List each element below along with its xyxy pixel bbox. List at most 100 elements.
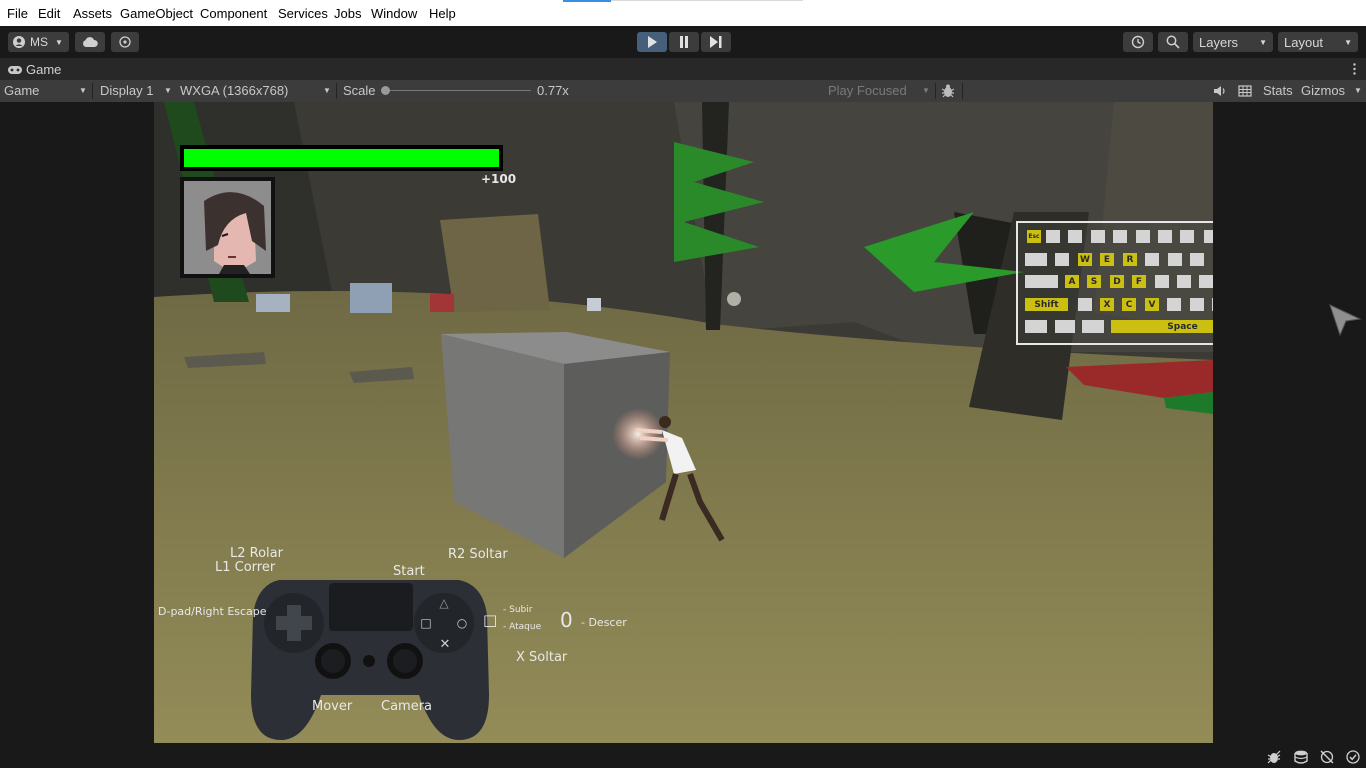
debug-toggle[interactable] <box>941 84 955 101</box>
chevron-down-icon: ▼ <box>55 37 63 47</box>
gamepad-icon <box>8 65 22 74</box>
chevron-down-icon: ▼ <box>164 86 172 95</box>
step-button[interactable] <box>701 32 731 52</box>
character-portrait <box>180 177 275 278</box>
display-label: Display 1 <box>100 83 154 98</box>
health-bar-fill <box>184 149 499 167</box>
key-shift: Shift <box>1025 298 1068 311</box>
prop-block <box>587 298 601 311</box>
menu-file[interactable]: File <box>7 6 28 21</box>
database-icon[interactable] <box>1294 750 1308 764</box>
tab-game[interactable]: Game <box>8 62 61 77</box>
audio-toggle[interactable] <box>1213 84 1227 101</box>
key-esc: Esc <box>1027 230 1041 243</box>
r2-label: R2 Soltar <box>448 547 508 562</box>
prop-sphere <box>727 292 741 306</box>
tab-menu-button[interactable] <box>1353 63 1356 78</box>
stats-button[interactable]: Stats <box>1263 80 1293 102</box>
keyboard-overlay: EscWERASDFLEnterShiftXCVSpace <box>1016 221 1213 345</box>
key-r: R <box>1123 253 1137 266</box>
menu-component[interactable]: Component <box>200 6 267 21</box>
key-c: C <box>1122 298 1136 311</box>
cross-label: X Soltar <box>516 650 568 665</box>
key <box>1180 230 1194 243</box>
grid-icon <box>1238 85 1252 97</box>
key <box>1025 253 1047 266</box>
menu-help[interactable]: Help <box>429 6 456 21</box>
key <box>1199 275 1213 288</box>
svg-text:○: ○ <box>457 616 467 630</box>
menu-edit[interactable]: Edit <box>38 6 60 21</box>
grid-toggle[interactable] <box>1238 84 1252 101</box>
prop-block <box>350 283 392 313</box>
key <box>1190 253 1204 266</box>
play-button[interactable] <box>637 32 667 52</box>
chevron-down-icon: ▼ <box>1344 38 1352 47</box>
key-f: F <box>1132 275 1146 288</box>
account-icon <box>13 36 25 48</box>
main-toolbar: MS ▼ Layers ▼ Layout ▼ <box>0 26 1366 58</box>
health-bar <box>180 145 503 171</box>
menu-services[interactable]: Services <box>278 6 328 21</box>
pause-button[interactable] <box>669 32 699 52</box>
square-label-attack: - Ataque <box>503 622 542 632</box>
svg-text:△: △ <box>439 596 449 610</box>
game-view-toolbar: Game ▼ Display 1 ▼ WXGA (1366x768) ▼ Sca… <box>0 80 1366 102</box>
menu-assets[interactable]: Assets <box>73 6 112 21</box>
display-dropdown[interactable]: Display 1 ▼ <box>100 80 172 102</box>
window-drag-line <box>611 0 803 1</box>
square-icon: □ <box>483 611 498 629</box>
menu-window[interactable]: Window <box>371 6 417 21</box>
key <box>1168 253 1182 266</box>
gizmos-dropdown[interactable]: Gizmos ▼ <box>1301 80 1363 102</box>
search-button[interactable] <box>1158 32 1188 52</box>
tab-game-label: Game <box>26 62 62 77</box>
account-button[interactable]: MS ▼ <box>8 32 69 52</box>
key <box>1204 230 1213 243</box>
chevron-down-icon: ▼ <box>1354 86 1362 95</box>
network-off-icon[interactable] <box>1320 750 1334 764</box>
scale-label: Scale <box>343 83 376 98</box>
menu-jobs[interactable]: Jobs <box>334 6 361 21</box>
key <box>1025 275 1058 288</box>
layers-dropdown[interactable]: Layers ▼ <box>1193 32 1273 52</box>
debug-icon[interactable] <box>1267 750 1281 764</box>
history-button[interactable] <box>1123 32 1153 52</box>
scale-slider-handle[interactable] <box>381 86 390 95</box>
step-icon <box>710 36 722 48</box>
scale-value: 0.77x <box>537 83 569 98</box>
key <box>1190 298 1204 311</box>
cloud-icon <box>83 37 98 47</box>
play-focused-label: Play Focused <box>828 83 907 98</box>
stone-slab <box>440 214 550 312</box>
tab-bar: Game <box>0 58 1366 80</box>
collab-button[interactable] <box>111 32 139 52</box>
divider <box>336 83 337 99</box>
play-focused-dropdown[interactable]: Play Focused ▼ <box>828 80 932 102</box>
scale-slider-track[interactable] <box>385 90 531 91</box>
camera-label: Camera <box>381 699 433 714</box>
search-icon <box>1166 35 1180 49</box>
cloud-button[interactable] <box>75 32 105 52</box>
square-label-up: - Subir <box>503 605 533 615</box>
dpad-label: D-pad/Right Escape <box>158 605 267 618</box>
game-mode-dropdown[interactable]: Game ▼ <box>4 80 88 102</box>
l1-label: L1 Correr <box>215 560 276 575</box>
health-value: +100 <box>481 172 517 186</box>
game-mode-label: Game <box>4 83 40 98</box>
key-x: X <box>1100 298 1114 311</box>
chevron-down-icon: ▼ <box>79 86 87 95</box>
key-v: V <box>1145 298 1159 311</box>
key-w: W <box>1078 253 1092 266</box>
menu-gameobject[interactable]: GameObject <box>120 6 193 21</box>
chevron-down-icon: ▼ <box>922 86 930 95</box>
window-drag-accent <box>563 0 611 2</box>
start-label: Start <box>393 564 425 579</box>
game-viewport[interactable]: +100 EscWERASDFLEnterShiftXCVSpace △ □ ○… <box>154 102 1213 743</box>
resolution-dropdown[interactable]: WXGA (1366x768) ▼ <box>180 80 332 102</box>
checkmark-icon[interactable] <box>1346 750 1360 764</box>
layout-label: Layout <box>1284 34 1324 50</box>
circle-symbol: 0 <box>560 608 573 632</box>
layout-dropdown[interactable]: Layout ▼ <box>1278 32 1358 52</box>
collab-icon <box>119 36 131 48</box>
